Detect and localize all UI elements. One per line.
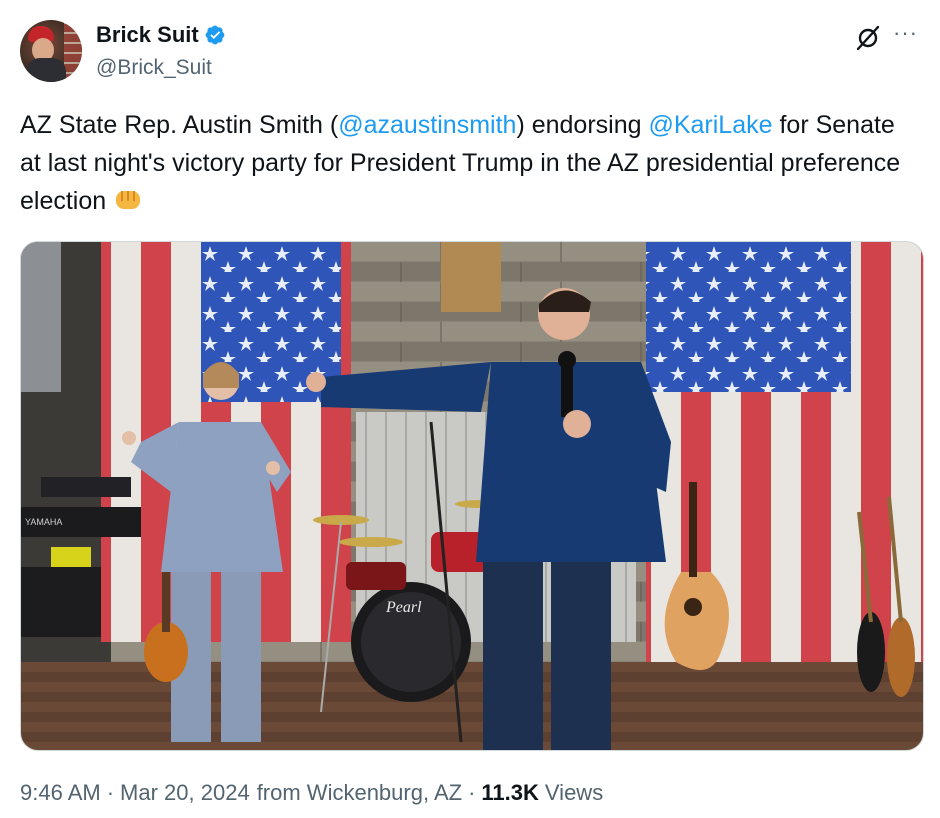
mention-link-azaustinsmith[interactable]: @azaustinsmith [338, 111, 516, 139]
avatar[interactable] [20, 20, 82, 82]
avatar-bricks [64, 20, 82, 82]
grok-icon[interactable] [854, 24, 882, 52]
author-handle[interactable]: @Brick_Suit [96, 56, 212, 80]
tweet-media-image[interactable]: YAMAHA Pearl [20, 241, 924, 751]
tweet-footer: 9:46 AM · Mar 20, 2024 from Wickenburg, … [20, 780, 603, 806]
tweet-time[interactable]: 9:46 AM [20, 780, 101, 806]
avatar-body [26, 58, 66, 82]
author-display-name[interactable]: Brick Suit [96, 22, 199, 48]
mention-link-karilake[interactable]: @KariLake [648, 111, 772, 139]
tweet-location: from Wickenburg, AZ [256, 780, 463, 805]
views-count: 11.3K [481, 780, 539, 805]
drum-brand-label: Pearl [385, 599, 422, 616]
more-options-icon[interactable]: ··· [893, 20, 918, 46]
oncoming-fist-icon [116, 191, 141, 209]
tweet-text-part: ) endorsing [516, 111, 649, 139]
author-name-row: Brick Suit [96, 22, 226, 48]
verified-badge-icon[interactable] [204, 24, 226, 46]
tweet-date[interactable]: Mar 20, 2024 [120, 780, 250, 806]
media-scene: YAMAHA Pearl [21, 242, 923, 750]
views-label: Views [544, 780, 604, 805]
tweet-text-part: AZ State Rep. Austin Smith ( [20, 111, 339, 139]
footer-separator: · [468, 780, 476, 805]
tweet-text: AZ State Rep. Austin Smith (@azaustinsmi… [20, 106, 920, 220]
keyboard-brand-label: YAMAHA [25, 517, 62, 527]
footer-separator: · [106, 780, 115, 805]
